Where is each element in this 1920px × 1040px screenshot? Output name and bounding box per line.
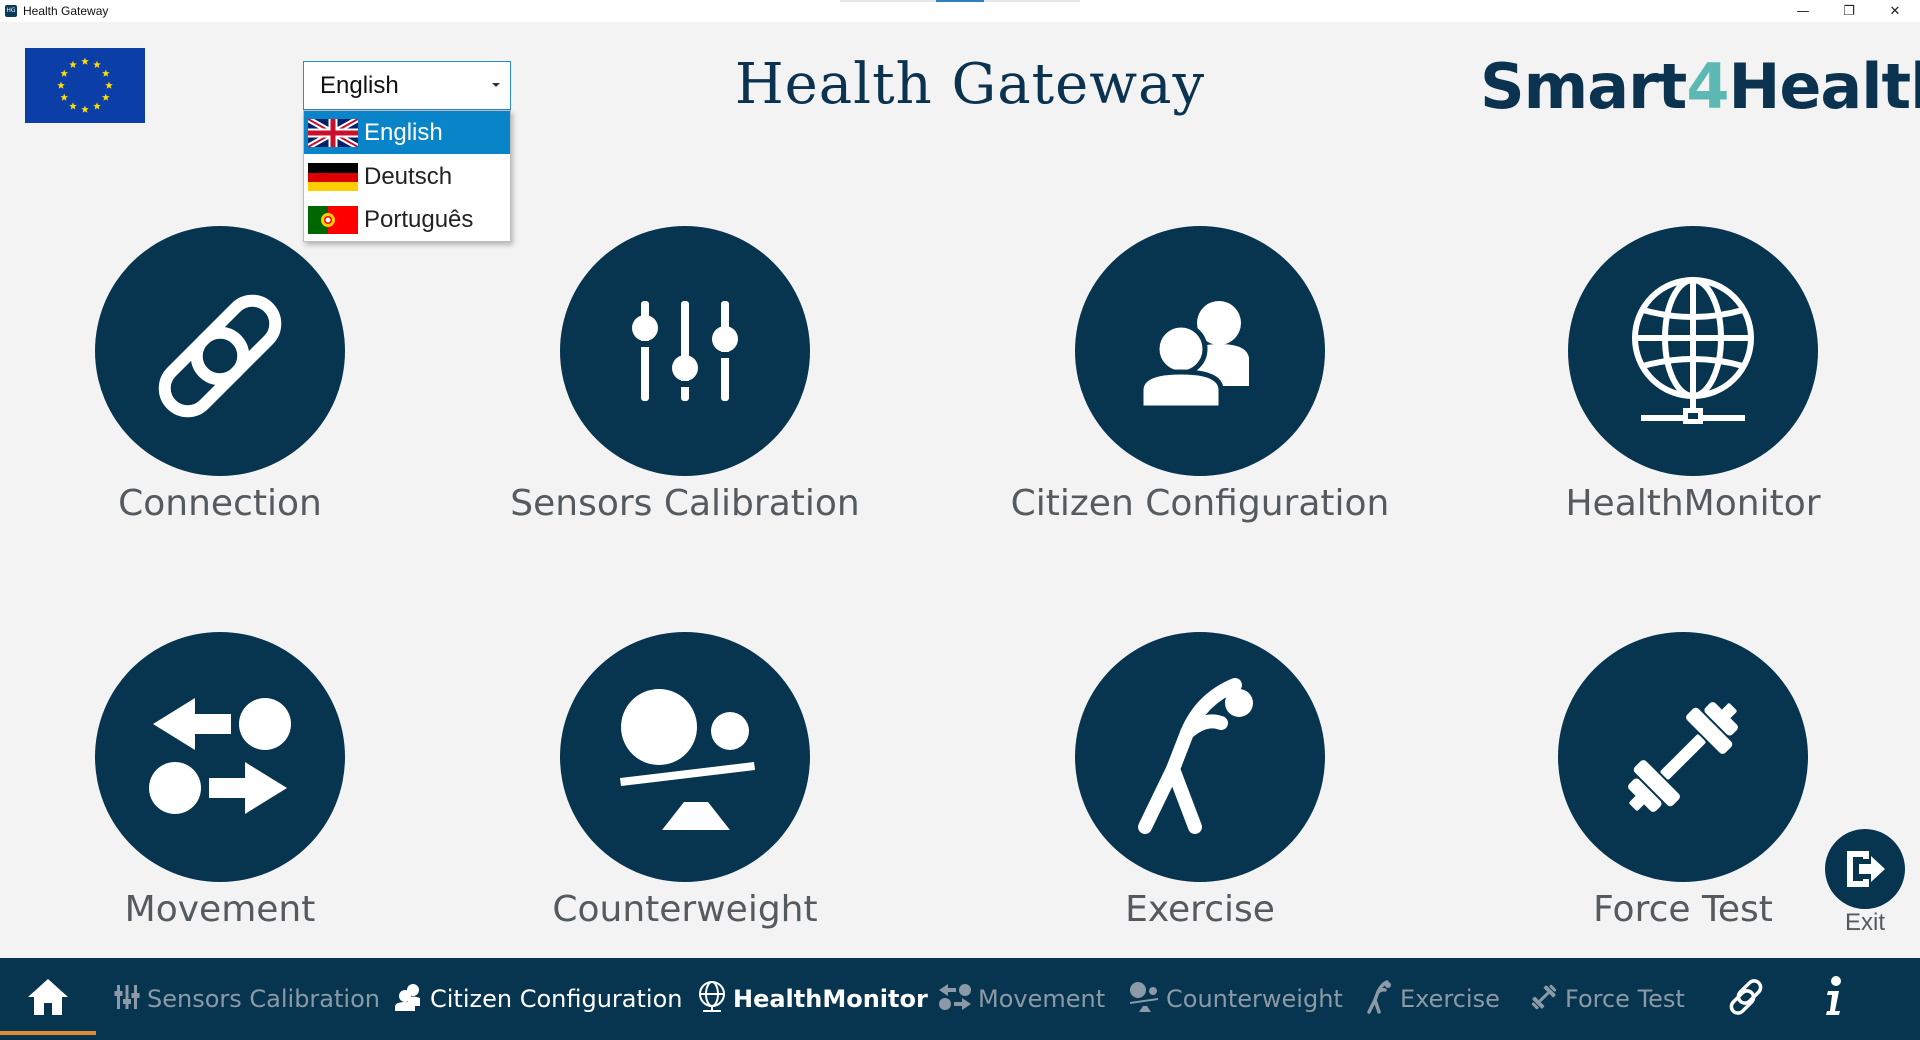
sliders-icon (113, 983, 141, 1015)
tile-label: HealthMonitor (1565, 483, 1821, 524)
sliders-icon (560, 226, 810, 476)
language-select-value: English (320, 71, 399, 99)
language-option-deutsch[interactable]: Deutsch (304, 155, 510, 198)
language-option-label: Português (364, 205, 474, 233)
eu-star (60, 93, 69, 101)
globe-network-icon (697, 981, 727, 1017)
language-option-label: Deutsch (364, 162, 453, 190)
language-option-english[interactable]: English (304, 111, 510, 154)
nav-item-label: Sensors Calibration (147, 985, 380, 1013)
active-indicator (0, 1031, 96, 1035)
nav-item-label: Exercise (1400, 985, 1500, 1013)
eu-star (101, 69, 110, 77)
nav-item-info[interactable] (1822, 958, 1846, 1040)
eu-star (101, 93, 110, 101)
language-select[interactable]: English (303, 61, 511, 110)
stretching-person-icon (1366, 980, 1394, 1018)
uk-flag-icon (308, 118, 358, 147)
brand-logo: Smart4Health (1480, 50, 1920, 123)
tile-connection[interactable]: Connection (0, 226, 440, 546)
app-icon: HG (5, 5, 17, 17)
exit-label: Exit (1844, 909, 1885, 936)
nav-item-label: Citizen Configuration (430, 985, 683, 1013)
arrows-exchange-icon (938, 983, 972, 1015)
eu-star (57, 81, 65, 89)
bottom-navigation-bar: Sensors Calibration Citizen Configuratio… (0, 958, 1920, 1040)
titlebar-indicator (840, 0, 1080, 2)
chain-link-icon (95, 226, 345, 476)
dumbbell-icon (1558, 632, 1808, 882)
globe-network-icon (1568, 226, 1818, 476)
nav-item-label: HealthMonitor (733, 985, 928, 1013)
nav-item-exercise[interactable]: Exercise (1366, 958, 1500, 1040)
germany-flag-icon (308, 162, 358, 191)
tile-healthmonitor[interactable]: HealthMonitor (1473, 226, 1913, 546)
tile-label: Citizen Configuration (1010, 483, 1390, 524)
window-title: Health Gateway (23, 4, 109, 18)
arrows-exchange-icon (95, 632, 345, 882)
tile-label: Exercise (1125, 889, 1275, 930)
eu-star (69, 102, 77, 110)
users-icon (394, 982, 424, 1016)
eu-star (69, 60, 77, 68)
eu-star (105, 81, 113, 89)
stretching-person-icon (1075, 632, 1325, 882)
language-option-portugues[interactable]: Português (304, 198, 510, 241)
restore-button[interactable]: ❐ (1826, 0, 1872, 22)
nav-item-force-test[interactable]: Force Test (1529, 958, 1685, 1040)
nav-item-connection[interactable] (1724, 958, 1768, 1040)
tile-movement[interactable]: Movement (0, 632, 440, 952)
nav-item-label: Counterweight (1166, 985, 1343, 1013)
home-icon (26, 977, 70, 1021)
balance-icon (1128, 981, 1160, 1017)
nav-item-movement[interactable]: Movement (938, 958, 1105, 1040)
nav-item-counterweight[interactable]: Counterweight (1128, 958, 1343, 1040)
eu-flag-logo (25, 48, 145, 123)
nav-item-label: Movement (978, 985, 1106, 1013)
nav-item-healthmonitor[interactable]: HealthMonitor (697, 958, 928, 1040)
portugal-flag-icon (308, 205, 358, 234)
tile-label: Sensors Calibration (510, 483, 860, 524)
eu-star (93, 60, 101, 68)
users-icon (1075, 226, 1325, 476)
eu-star (81, 57, 89, 65)
close-button[interactable]: ✕ (1872, 0, 1918, 22)
info-icon (1822, 975, 1846, 1023)
nav-item-label: Force Test (1565, 985, 1685, 1013)
nav-item-sensors-calibration[interactable]: Sensors Calibration (113, 958, 380, 1040)
tile-citizen-configuration[interactable]: Citizen Configuration (980, 226, 1420, 546)
tile-label: Connection (118, 483, 322, 524)
tile-label: Movement (124, 889, 316, 930)
dumbbell-icon (1529, 982, 1559, 1016)
exit-icon (1825, 829, 1905, 909)
eu-star (60, 69, 69, 77)
balance-icon (560, 632, 810, 882)
tile-sensors-calibration[interactable]: Sensors Calibration (465, 226, 905, 546)
eu-star (81, 105, 89, 113)
tile-exercise[interactable]: Exercise (980, 632, 1420, 952)
exit-button[interactable]: Exit (1825, 829, 1905, 944)
nav-item-citizen-configuration[interactable]: Citizen Configuration (394, 958, 682, 1040)
tile-label: Counterweight (552, 889, 818, 930)
chevron-down-icon (492, 83, 500, 87)
nav-item-home[interactable] (0, 958, 96, 1040)
chain-link-icon (1724, 975, 1768, 1023)
window-titlebar: HG Health Gateway — ❐ ✕ (0, 0, 1920, 22)
language-dropdown-list: English Deutsch Português (303, 110, 511, 242)
minimize-button[interactable]: — (1780, 0, 1826, 22)
eu-star (93, 102, 101, 110)
language-option-label: English (364, 118, 443, 146)
tile-counterweight[interactable]: Counterweight (465, 632, 905, 952)
page-title: Health Gateway (734, 52, 1206, 117)
